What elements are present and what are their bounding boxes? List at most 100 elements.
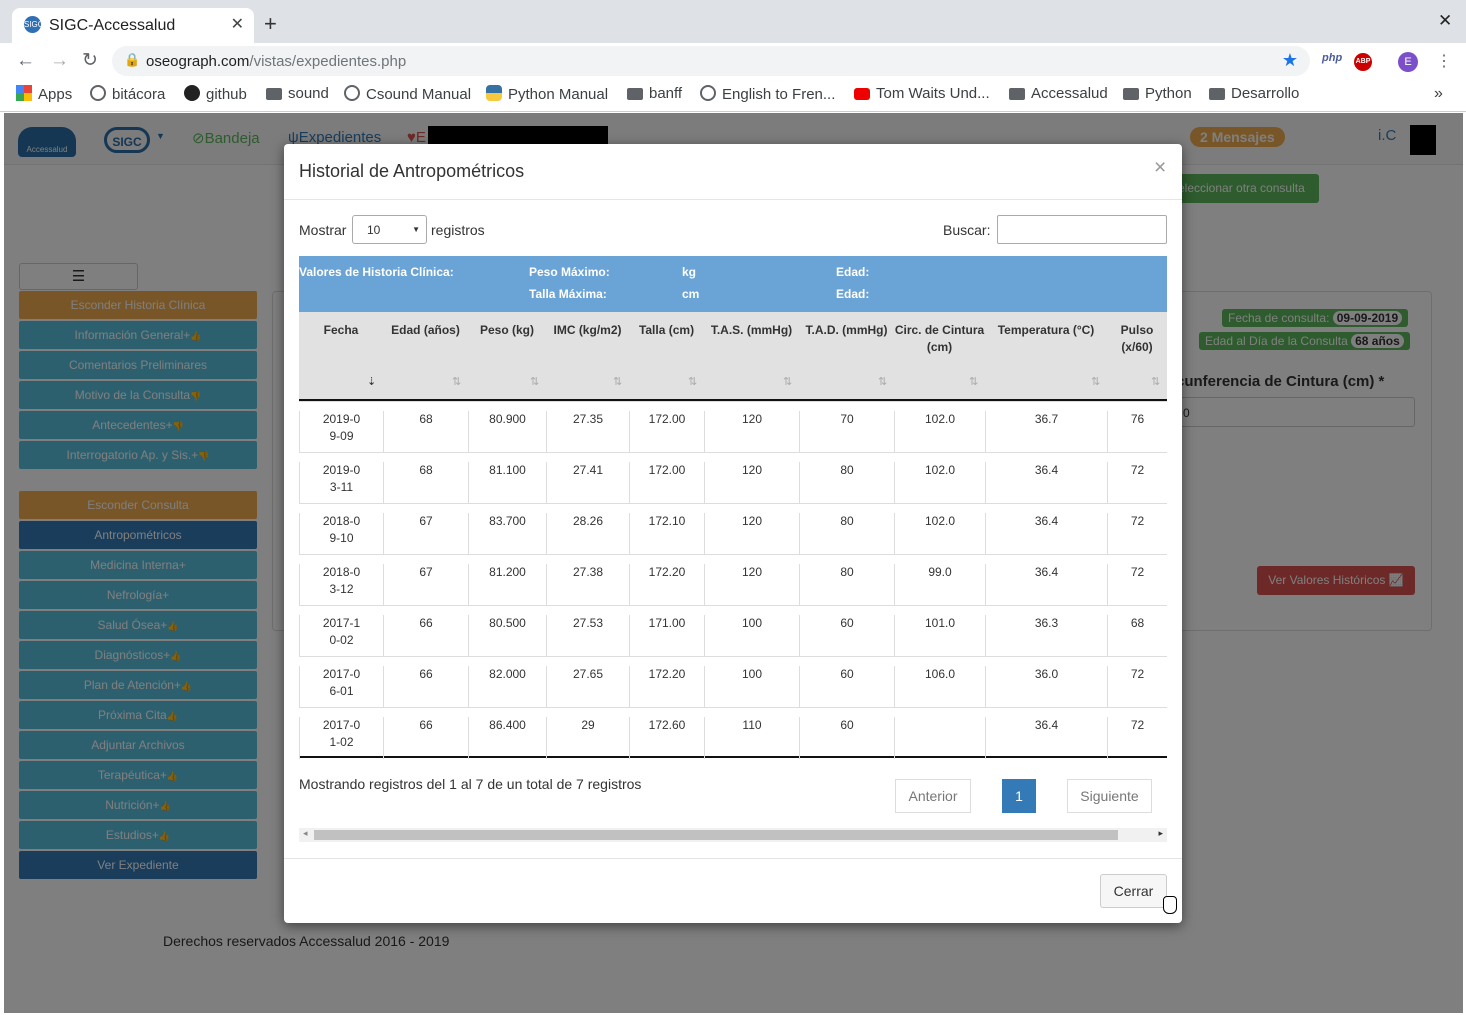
records-label: registros xyxy=(431,222,485,238)
sort-icon[interactable]: ⇅ xyxy=(969,375,978,388)
table-cell: 2018-09-10 xyxy=(299,513,383,555)
bookmark-python[interactable]: Python xyxy=(1123,85,1192,102)
column-header[interactable]: Edad (años) xyxy=(383,322,468,339)
bookmark-csound[interactable]: Csound Manual xyxy=(344,85,471,103)
sort-icon[interactable]: ⇅ xyxy=(1151,375,1160,388)
table-cell: 120 xyxy=(704,462,799,504)
table-cell: 2019-09-09 xyxy=(299,411,383,453)
table-cell: 36.4 xyxy=(985,717,1107,759)
modal-close-icon[interactable]: × xyxy=(1154,156,1166,180)
table-cell: 110 xyxy=(704,717,799,759)
table-cell: 68 xyxy=(1107,615,1167,657)
bookmark-bitacora[interactable]: bitácora xyxy=(90,85,165,103)
column-header[interactable]: Circ. de Cintura (cm) xyxy=(894,322,985,356)
column-header[interactable]: Talla (cm) xyxy=(629,322,704,339)
window-close-icon[interactable]: ✕ xyxy=(1438,11,1452,31)
bookmark-apps[interactable]: Apps xyxy=(16,85,72,103)
table-cell: 72 xyxy=(1107,513,1167,555)
table-header: Fecha ⇣ Edad (años) ⇅ Peso (kg) ⇅ IMC (kg/m2) ⇅… xyxy=(299,312,1167,401)
hand-cursor-icon xyxy=(1163,896,1177,914)
records-summary: Mostrando registros del 1 al 7 de un tot… xyxy=(299,776,642,792)
browser-toolbar: ← → ↻ 🔒 oseograph.com/vistas/expedientes… xyxy=(0,43,1466,79)
table-cell: 2017-01-02 xyxy=(299,717,383,759)
page-length-select[interactable]: 10 ▼ xyxy=(352,215,427,244)
table-cell: 80 xyxy=(799,513,894,555)
table-cell: 66 xyxy=(383,717,468,759)
next-page-button[interactable]: Siguiente xyxy=(1067,779,1152,813)
prev-page-button[interactable]: Anterior xyxy=(895,779,971,813)
address-bar[interactable]: 🔒 oseograph.com/vistas/expedientes.php ★ xyxy=(112,46,1310,76)
modal-header: Historial de Antropométricos × xyxy=(284,144,1182,200)
table-cell: 120 xyxy=(704,411,799,453)
php-extension-icon[interactable]: php xyxy=(1322,52,1342,64)
scroll-left-icon[interactable]: ◂ xyxy=(303,828,308,839)
table-cell: 86.400 xyxy=(468,717,546,759)
sort-icon[interactable]: ⇅ xyxy=(878,375,887,388)
table-cell: 80.500 xyxy=(468,615,546,657)
reload-icon[interactable]: ↻ xyxy=(82,51,98,70)
back-icon[interactable]: ← xyxy=(16,51,35,70)
bookmark-english-french[interactable]: English to Fren... xyxy=(700,85,835,103)
profile-avatar[interactable]: E xyxy=(1398,52,1418,72)
info-edad-1: Edad: xyxy=(836,265,870,279)
column-header[interactable]: T.A.S. (mmHg) xyxy=(704,322,799,339)
info-edad-2: Edad: xyxy=(836,287,870,301)
table-cell: 81.200 xyxy=(468,564,546,606)
table-cell: 102.0 xyxy=(894,462,985,504)
sort-icon[interactable]: ⇅ xyxy=(530,375,539,388)
bookmark-github[interactable]: github xyxy=(184,85,247,103)
cerrar-button[interactable]: Cerrar xyxy=(1100,874,1167,908)
sort-icon[interactable]: ⇅ xyxy=(1091,375,1100,388)
bookmark-sound[interactable]: sound xyxy=(266,85,329,102)
info-talla-max: Talla Máxima: xyxy=(529,287,607,301)
table-cell: 27.35 xyxy=(546,411,629,453)
table-cell: 72 xyxy=(1107,717,1167,759)
info-cm: cm xyxy=(682,287,700,301)
column-header[interactable]: T.A.D. (mmHg) xyxy=(799,322,894,339)
table-cell: 81.100 xyxy=(468,462,546,504)
table-cell: 68 xyxy=(383,462,468,504)
sort-icon[interactable]: ⇅ xyxy=(452,375,461,388)
bookmark-python-manual[interactable]: Python Manual xyxy=(486,85,608,103)
sort-desc-icon[interactable]: ⇣ xyxy=(367,375,376,388)
table-cell: 102.0 xyxy=(894,513,985,555)
column-header[interactable]: Pulso (x/60) xyxy=(1107,322,1167,356)
horizontal-scrollbar[interactable]: ◂ ▸ xyxy=(299,828,1167,842)
table-cell: 68 xyxy=(383,411,468,453)
history-info-bar: Valores de Historia Clínica: Peso Máximo… xyxy=(299,256,1167,312)
table-cell: 66 xyxy=(383,615,468,657)
bookmark-desarrollo[interactable]: Desarrollo xyxy=(1209,85,1299,102)
bookmark-banff[interactable]: banff xyxy=(627,85,682,102)
column-header[interactable]: Peso (kg) xyxy=(468,322,546,339)
column-header[interactable]: IMC (kg/m2) xyxy=(546,322,629,339)
bookmark-tom-waits[interactable]: Tom Waits Und... xyxy=(854,85,990,102)
table-cell: 27.41 xyxy=(546,462,629,504)
info-kg: kg xyxy=(682,265,697,279)
sort-icon[interactable]: ⇅ xyxy=(688,375,697,388)
tab-close-icon[interactable]: ✕ xyxy=(231,14,244,34)
table-cell: 76 xyxy=(1107,411,1167,453)
browser-tab[interactable]: SIGC SIGC-Accessalud ✕ xyxy=(12,8,254,43)
forward-icon[interactable]: → xyxy=(50,51,69,70)
table-cell: 36.0 xyxy=(985,666,1107,708)
column-header[interactable]: Fecha xyxy=(299,322,383,339)
page-1-button[interactable]: 1 xyxy=(1002,779,1036,813)
table-row: 2018-09-10 67 83.700 28.26 172.10 120 80 102.0 3… xyxy=(299,503,1167,555)
table-cell: 67 xyxy=(383,513,468,555)
table-cell: 120 xyxy=(704,564,799,606)
menu-dots-icon[interactable]: ⋮ xyxy=(1436,51,1452,71)
table-cell: 171.00 xyxy=(629,615,704,657)
adblock-icon[interactable]: ABP xyxy=(1354,53,1372,71)
table-row: 2018-03-12 67 81.200 27.38 172.20 120 80 99.0 36… xyxy=(299,554,1167,606)
search-input[interactable] xyxy=(997,215,1167,244)
new-tab-icon[interactable]: + xyxy=(264,13,277,35)
sort-icon[interactable]: ⇅ xyxy=(783,375,792,388)
column-header[interactable]: Temperatura (°C) xyxy=(985,322,1107,339)
more-bookmarks-icon[interactable]: » xyxy=(1434,85,1443,103)
scrollbar-thumb[interactable] xyxy=(314,830,1118,840)
bookmark-accessalud[interactable]: Accessalud xyxy=(1009,85,1108,102)
table-cell: 2017-06-01 xyxy=(299,666,383,708)
bookmark-star-icon[interactable]: ★ xyxy=(1282,50,1298,71)
sort-icon[interactable]: ⇅ xyxy=(613,375,622,388)
scroll-right-icon[interactable]: ▸ xyxy=(1158,828,1163,839)
